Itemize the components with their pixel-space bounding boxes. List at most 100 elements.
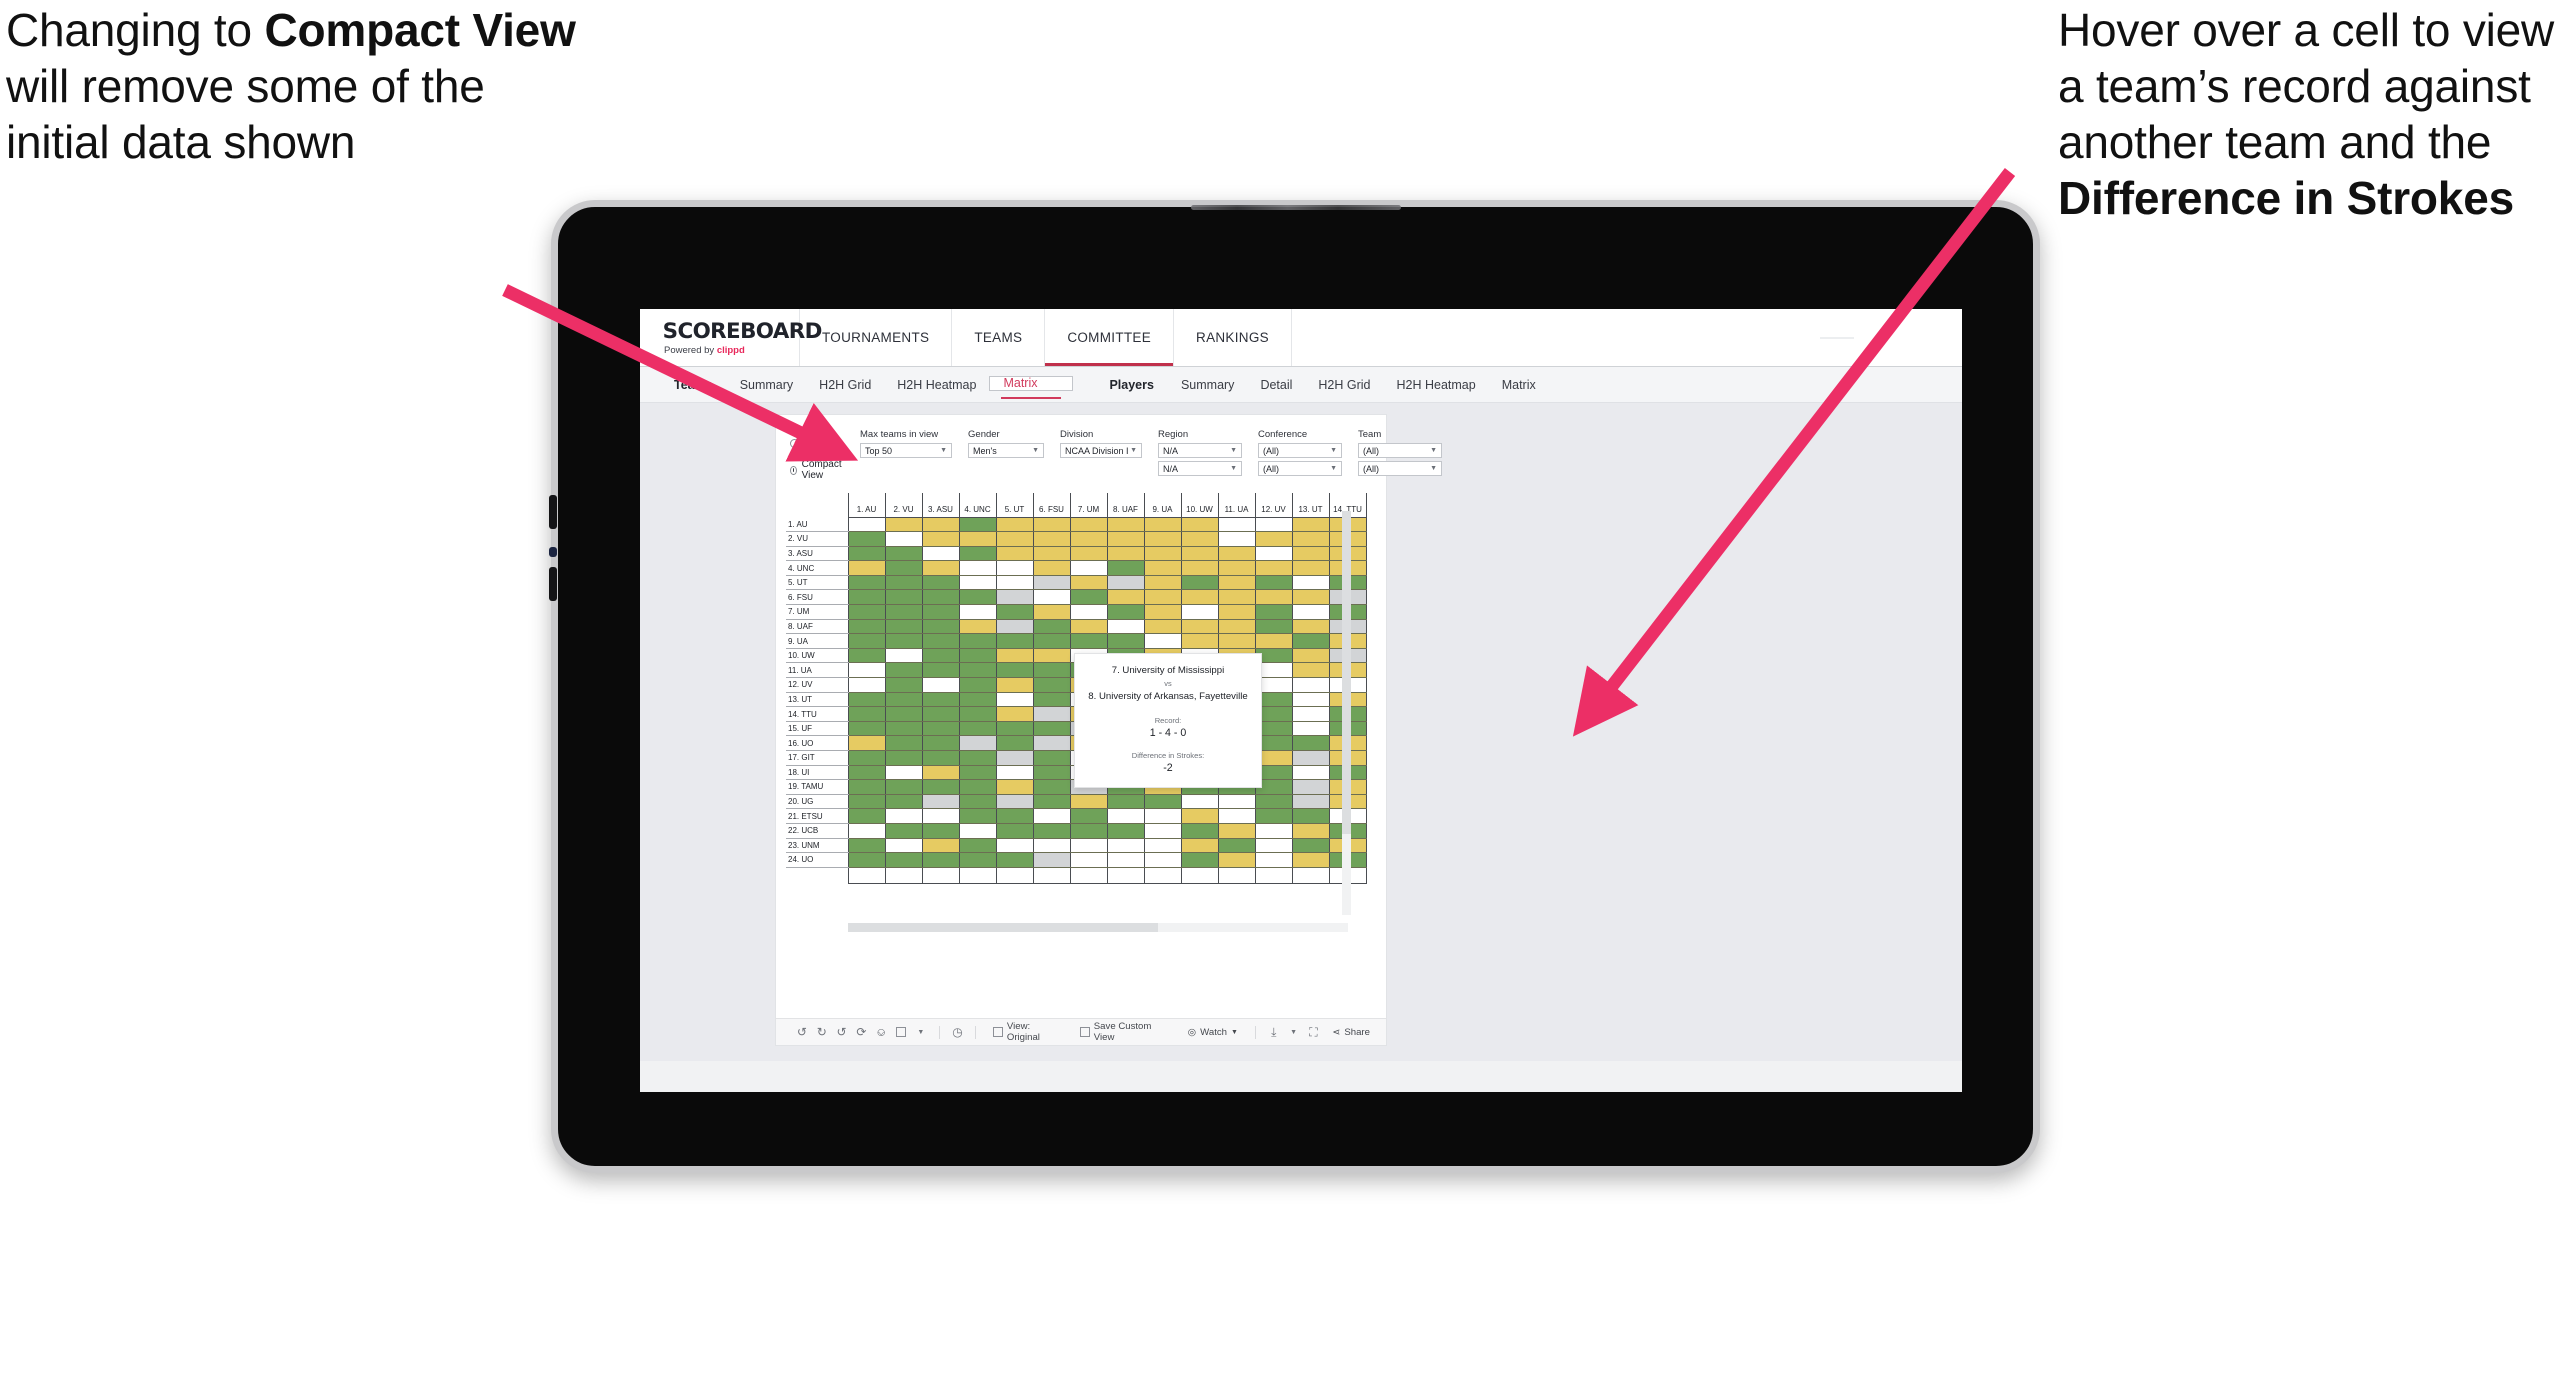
matrix-cell[interactable] [847, 604, 885, 620]
filter-conference-select-1[interactable]: (All) ▼ [1258, 443, 1343, 458]
matrix-cell[interactable] [1106, 517, 1144, 533]
matrix-cell[interactable] [1217, 589, 1255, 606]
matrix-cell[interactable] [847, 692, 885, 708]
matrix-cell[interactable] [1254, 546, 1292, 562]
radio-compact-view[interactable]: Compact View [790, 459, 844, 481]
header-faint-control[interactable] [1820, 336, 1854, 339]
pause-icon[interactable]: ⎉ [871, 1022, 891, 1043]
matrix-cell[interactable] [847, 779, 885, 795]
matrix-cell[interactable] [1143, 546, 1181, 562]
matrix-cell[interactable] [1180, 794, 1218, 810]
matrix-cell[interactable] [921, 604, 959, 620]
matrix-cell[interactable] [921, 706, 959, 722]
matrix-cell[interactable] [1291, 794, 1329, 810]
matrix-cell[interactable] [1180, 589, 1218, 606]
matrix-cell[interactable] [1032, 517, 1070, 533]
matrix-cell[interactable] [995, 677, 1033, 693]
matrix-cell[interactable] [1291, 619, 1329, 635]
matrix-cell[interactable] [921, 619, 959, 635]
matrix-cell[interactable] [958, 721, 996, 737]
matrix-cell[interactable] [1032, 838, 1070, 854]
matrix-cell[interactable] [921, 589, 959, 606]
matrix-cell[interactable] [995, 589, 1033, 606]
matrix-cell[interactable] [1143, 823, 1181, 839]
matrix-cell[interactable] [1143, 575, 1181, 591]
matrix-cell[interactable] [1143, 838, 1181, 854]
matrix-vertical-scrollbar[interactable] [1342, 511, 1351, 915]
matrix-cell[interactable] [1180, 619, 1218, 635]
matrix-cell[interactable] [1254, 560, 1292, 576]
matrix-cell[interactable] [884, 808, 922, 824]
matrix-vertical-scrollbar-thumb[interactable] [1342, 511, 1351, 835]
filter-region-select-2[interactable]: N/A ▼ [1158, 461, 1243, 476]
matrix-cell[interactable] [1254, 852, 1292, 868]
subnav-teams-h2h-heatmap[interactable]: H2H Heatmap [884, 378, 989, 392]
matrix-cell[interactable] [958, 750, 996, 766]
filter-team-select-1[interactable]: (All) ▼ [1358, 443, 1443, 458]
matrix-horizontal-scrollbar[interactable] [848, 923, 1348, 932]
matrix-cell[interactable] [1143, 560, 1181, 576]
matrix-cell[interactable] [847, 794, 885, 810]
matrix-cell[interactable] [884, 662, 922, 679]
matrix-cell[interactable] [958, 823, 996, 839]
matrix-cell[interactable] [1180, 823, 1218, 839]
view-original-button[interactable]: View: Original [984, 1021, 1071, 1043]
matrix-cell[interactable] [1254, 808, 1292, 824]
matrix-cell[interactable] [884, 706, 922, 722]
matrix-cell[interactable] [1254, 589, 1292, 606]
filter-conference-select-2[interactable]: (All) ▼ [1258, 461, 1343, 476]
matrix-cell[interactable] [1217, 517, 1255, 533]
matrix-cell[interactable] [1032, 765, 1070, 781]
matrix-cell[interactable] [884, 765, 922, 781]
matrix-cell[interactable] [1180, 852, 1218, 868]
matrix-cell[interactable] [921, 779, 959, 795]
matrix-cell[interactable] [1106, 589, 1144, 606]
matrix-cell[interactable] [1069, 808, 1107, 824]
subnav-teams-h2h-grid[interactable]: H2H Grid [806, 378, 884, 392]
matrix-cell[interactable] [1069, 823, 1107, 839]
matrix-cell[interactable] [1217, 633, 1255, 649]
subnav-teams-matrix[interactable]: Matrix [989, 375, 1074, 399]
revert-icon[interactable]: ↺ [832, 1022, 852, 1043]
matrix-cell[interactable] [921, 692, 959, 708]
matrix-cell[interactable] [1217, 794, 1255, 810]
matrix-cell[interactable] [995, 648, 1033, 664]
matrix-cell[interactable] [1291, 677, 1329, 693]
matrix-cell[interactable] [1069, 604, 1107, 620]
matrix-cell[interactable] [847, 589, 885, 606]
matrix-cell[interactable] [995, 735, 1033, 751]
chevron-down-icon[interactable]: ▼ [911, 1022, 931, 1043]
filter-gender-select[interactable]: Men's ▼ [968, 443, 1045, 458]
matrix-cell[interactable] [958, 662, 996, 679]
matrix-cell[interactable] [884, 575, 922, 591]
matrix-cell[interactable] [995, 517, 1033, 533]
matrix-cell[interactable] [921, 546, 959, 562]
matrix-cell[interactable] [995, 808, 1033, 824]
nav-teams[interactable]: TEAMS [952, 309, 1046, 366]
matrix-cell[interactable] [847, 721, 885, 737]
matrix-cell[interactable] [884, 735, 922, 751]
matrix-cell[interactable] [995, 604, 1033, 620]
matrix-cell[interactable] [847, 852, 885, 868]
matrix-cell[interactable] [847, 619, 885, 635]
filter-max-teams-select[interactable]: Top 50 ▼ [860, 443, 953, 458]
matrix-cell[interactable] [958, 706, 996, 722]
matrix-cell[interactable] [958, 808, 996, 824]
subnav-players-h2h-heatmap[interactable]: H2H Heatmap [1384, 378, 1489, 392]
matrix-cell[interactable] [1069, 619, 1107, 635]
matrix-cell[interactable] [1106, 604, 1144, 620]
matrix-cell[interactable] [1143, 604, 1181, 620]
matrix-cell[interactable] [884, 589, 922, 606]
matrix-cell[interactable] [1217, 604, 1255, 620]
matrix-cell[interactable] [1291, 517, 1329, 533]
matrix-cell[interactable] [921, 531, 959, 547]
matrix-cell[interactable] [1106, 531, 1144, 547]
subnav-players-summary[interactable]: Summary [1168, 378, 1247, 392]
matrix-cell[interactable] [1143, 852, 1181, 868]
matrix-cell[interactable] [958, 648, 996, 664]
matrix-cell[interactable] [1032, 852, 1070, 868]
matrix-cell[interactable] [1180, 575, 1218, 591]
matrix-cell[interactable] [1032, 823, 1070, 839]
matrix-cell[interactable] [1291, 750, 1329, 766]
matrix-cell[interactable] [1254, 633, 1292, 649]
